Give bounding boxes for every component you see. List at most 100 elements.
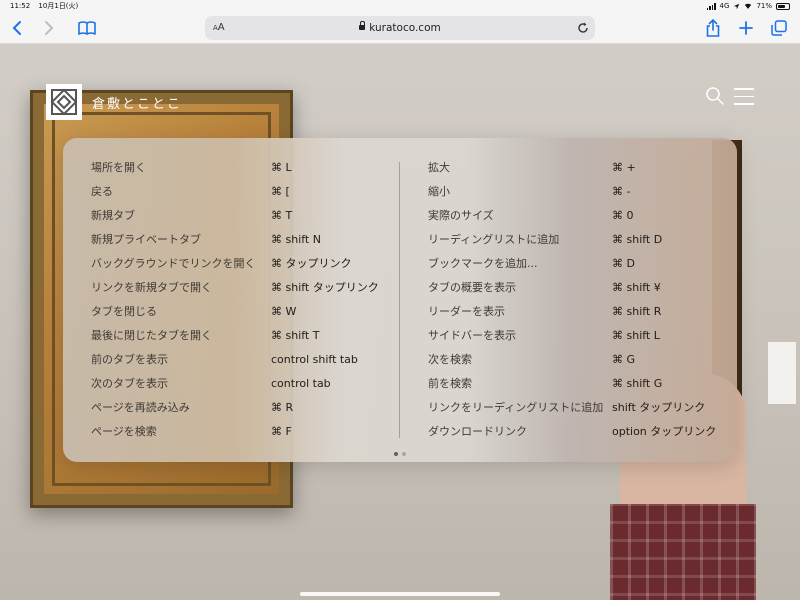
shortcut-keys: ⌘ T xyxy=(271,209,293,222)
shortcut-name: 前のタブを表示 xyxy=(91,353,168,366)
tabs-icon xyxy=(771,20,787,36)
shortcut-name: リンクを新規タブで開く xyxy=(91,281,212,294)
url-display: kuratoco.com xyxy=(205,16,595,40)
shortcut-keys: ⌘ + xyxy=(612,161,636,174)
shortcut-row: 戻る ⌘ [ xyxy=(91,184,391,208)
cellular-signal-icon xyxy=(706,2,716,10)
book-icon xyxy=(78,21,96,35)
share-button[interactable] xyxy=(702,12,724,44)
shortcut-name: リーダーを表示 xyxy=(428,305,505,318)
shortcut-keys: option タップリンク xyxy=(612,425,717,438)
shortcut-name: 実際のサイズ xyxy=(428,209,494,222)
shortcut-keys: ⌘ shift R xyxy=(612,305,662,318)
status-date: 10月1日(火) xyxy=(38,2,79,10)
shortcut-row: 縮小 ⌘ - xyxy=(428,184,728,208)
shortcut-name: サイドバーを表示 xyxy=(428,329,516,342)
forward-button[interactable] xyxy=(38,12,60,44)
location-icon xyxy=(734,3,740,9)
shortcut-row: リンクを新規タブで開く ⌘ shift タップリンク xyxy=(91,280,391,304)
lock-icon xyxy=(359,20,366,30)
wifi-icon xyxy=(745,3,752,9)
hamburger-menu-icon xyxy=(734,88,754,105)
shortcut-name: ページを検索 xyxy=(91,425,157,438)
shortcut-name: 新規タブ xyxy=(91,209,135,222)
shortcut-keys: ⌘ W xyxy=(271,305,297,318)
shortcut-name: ページを再読み込み xyxy=(91,401,190,414)
shortcut-keys: ⌘ shift L xyxy=(612,329,660,342)
shortcut-name: バックグラウンドでリンクを開く xyxy=(91,257,256,270)
shortcut-row: リンクをリーディングリストに追加 shift タップリンク xyxy=(428,400,728,424)
share-icon xyxy=(706,19,720,37)
shortcut-row: 拡大 ⌘ + xyxy=(428,160,728,184)
network-type: 4G xyxy=(719,2,730,10)
shortcut-keys: ⌘ shift D xyxy=(612,233,663,246)
shortcut-keys: control tab xyxy=(271,377,331,390)
shortcut-row: タブの概要を表示 ⌘ shift ¥ xyxy=(428,280,728,304)
address-bar[interactable]: AA kuratoco.com xyxy=(205,16,595,40)
reload-icon xyxy=(578,22,588,33)
shortcut-keys: ⌘ R xyxy=(271,401,294,414)
shortcut-row: 新規タブ ⌘ T xyxy=(91,208,391,232)
shortcut-name: 縮小 xyxy=(428,185,450,198)
shortcut-name: 最後に閉じたタブを開く xyxy=(91,329,212,342)
shortcut-keys: shift タップリンク xyxy=(612,401,706,414)
shortcut-name: 拡大 xyxy=(428,161,450,174)
logo-icon xyxy=(46,84,82,120)
home-indicator[interactable] xyxy=(300,592,500,596)
status-bar: 11:52 10月1日(火) 4G 71% xyxy=(0,0,800,12)
shortcut-name: リンクをリーディングリストに追加 xyxy=(428,401,604,414)
shortcut-row: ページを検索 ⌘ F xyxy=(91,424,391,448)
shortcut-name: タブを閉じる xyxy=(91,305,157,318)
shortcut-row: サイドバーを表示 ⌘ shift L xyxy=(428,328,728,352)
museum-placard-image xyxy=(768,342,796,404)
new-tab-button[interactable] xyxy=(735,12,757,44)
battery-icon xyxy=(776,2,790,10)
shortcut-keys: ⌘ タップリンク xyxy=(271,257,352,270)
site-search-button[interactable] xyxy=(705,86,725,106)
shortcut-keys: ⌘ L xyxy=(271,161,292,174)
shortcut-row: 最後に閉じたタブを開く ⌘ shift T xyxy=(91,328,391,352)
shortcut-row: 場所を開く ⌘ L xyxy=(91,160,391,184)
shortcut-keys: ⌘ shift N xyxy=(271,233,321,246)
page-dot[interactable] xyxy=(402,452,406,456)
site-logo[interactable]: 倉敷とことこ xyxy=(46,84,182,120)
url-text: kuratoco.com xyxy=(369,22,441,34)
page-indicator[interactable] xyxy=(63,452,737,456)
reload-button[interactable] xyxy=(577,16,589,40)
shortcut-name: 前を検索 xyxy=(428,377,472,390)
page-dot[interactable] xyxy=(394,452,398,456)
shortcut-row: ブックマークを追加... ⌘ D xyxy=(428,256,728,280)
bookmarks-button[interactable] xyxy=(76,12,98,44)
back-button[interactable] xyxy=(6,12,28,44)
battery-percent: 71% xyxy=(756,2,772,10)
shortcut-keys: ⌘ shift G xyxy=(612,377,663,390)
shortcut-row: タブを閉じる ⌘ W xyxy=(91,304,391,328)
tabs-overview-button[interactable] xyxy=(768,12,790,44)
shortcut-keys: ⌘ D xyxy=(612,257,635,270)
shortcut-name: ダウンロードリンク xyxy=(428,425,527,438)
shortcut-keys: ⌘ 0 xyxy=(612,209,634,222)
plus-icon xyxy=(739,21,753,35)
shortcut-row: ページを再読み込み ⌘ R xyxy=(91,400,391,424)
keyboard-shortcuts-overlay: 場所を開く ⌘ L 戻る ⌘ [ 新規タブ ⌘ T 新規プライベートタブ ⌘ shift N バ… xyxy=(63,138,737,462)
shortcut-row: 次のタブを表示 control tab xyxy=(91,376,391,400)
shortcut-row: 次を検索 ⌘ G xyxy=(428,352,728,376)
shortcut-keys: control shift tab xyxy=(271,353,358,366)
shortcut-name: 新規プライベートタブ xyxy=(91,233,201,246)
shortcut-keys: ⌘ shift T xyxy=(271,329,320,342)
site-name: 倉敷とことこ xyxy=(92,96,183,112)
shortcut-row: 新規プライベートタブ ⌘ shift N xyxy=(91,232,391,256)
shortcut-name: 次のタブを表示 xyxy=(91,377,168,390)
shortcut-keys: ⌘ [ xyxy=(271,185,290,198)
shortcut-row: 前のタブを表示 control shift tab xyxy=(91,352,391,376)
shortcut-name: タブの概要を表示 xyxy=(428,281,516,294)
shortcut-keys: ⌘ G xyxy=(612,353,636,366)
shortcuts-column-left: 場所を開く ⌘ L 戻る ⌘ [ 新規タブ ⌘ T 新規プライベートタブ ⌘ shift N バ… xyxy=(91,160,391,448)
shortcut-name: 戻る xyxy=(91,185,113,198)
site-menu-button[interactable] xyxy=(734,88,754,106)
shortcut-row: リーディングリストに追加 ⌘ shift D xyxy=(428,232,728,256)
shortcut-row: ダウンロードリンク option タップリンク xyxy=(428,424,728,448)
status-time: 11:52 xyxy=(10,2,31,10)
browser-toolbar: AA kuratoco.com xyxy=(0,12,800,44)
chevron-right-icon xyxy=(45,21,54,35)
